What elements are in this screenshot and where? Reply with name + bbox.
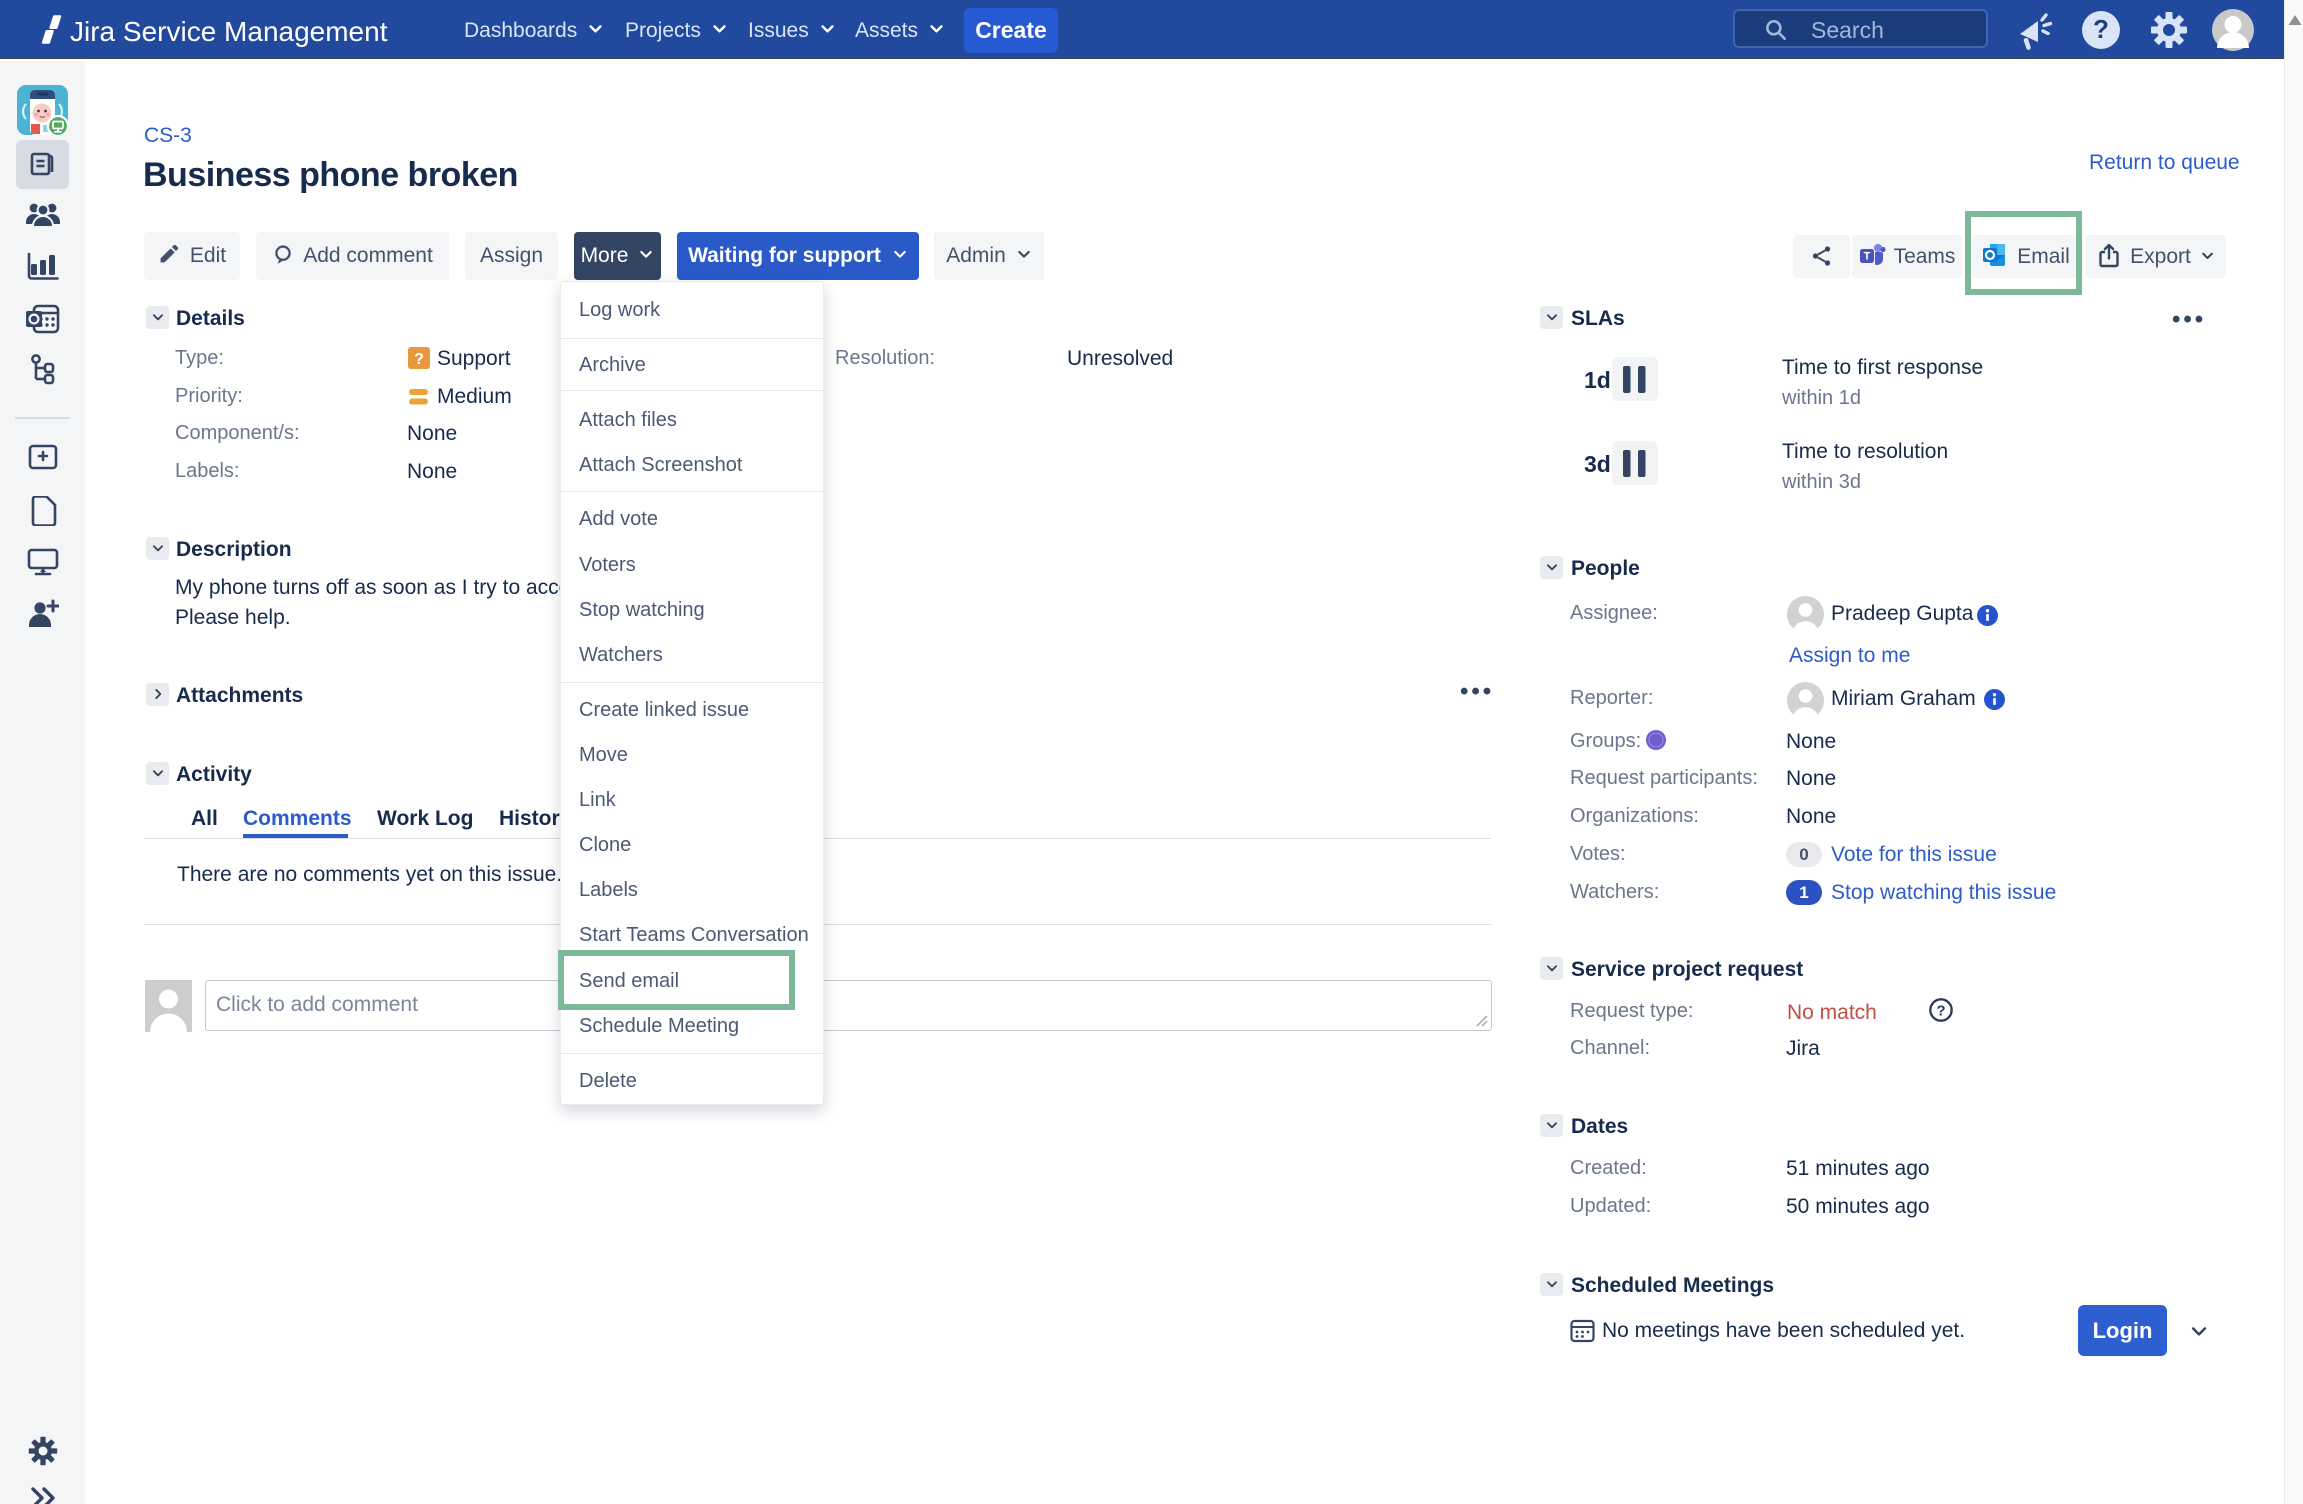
svg-text:?: ? (414, 351, 424, 368)
svg-text:?: ? (1936, 1002, 1945, 1019)
svg-text:?: ? (2093, 14, 2109, 44)
svg-text:T: T (1863, 251, 1870, 263)
